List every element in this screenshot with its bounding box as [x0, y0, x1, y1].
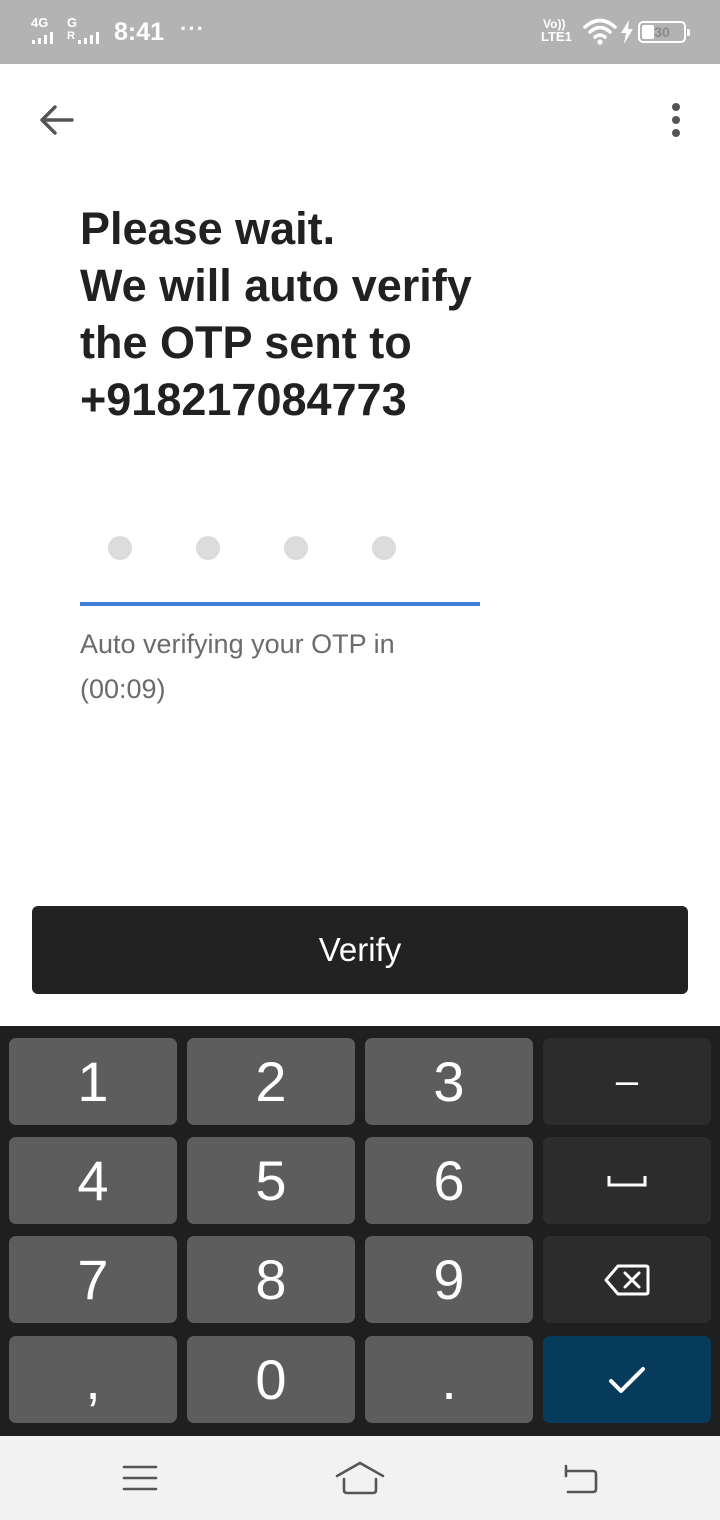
countdown-timer: (00:09) [80, 674, 166, 704]
wifi-icon [583, 18, 617, 45]
system-nav-bar [0, 1436, 720, 1520]
key-0[interactable]: 0 [187, 1336, 355, 1423]
more-vertical-icon [672, 103, 680, 137]
key-4[interactable]: 4 [9, 1137, 177, 1224]
key-3[interactable]: 3 [365, 1038, 533, 1125]
nav-back-button[interactable] [540, 1450, 620, 1506]
signal-bars-icon [32, 32, 56, 44]
otp-digit-placeholder [108, 536, 132, 560]
otp-input[interactable] [80, 520, 480, 608]
key-comma[interactable]: , [9, 1336, 177, 1423]
title-line: Please wait. [80, 203, 336, 254]
nav-back-icon [564, 1464, 598, 1494]
menu-icon [122, 1465, 158, 1491]
otp-digit-placeholder [196, 536, 220, 560]
status-bar: 4G G R 8:41 ··· Vo)) LTE1 30 [0, 0, 720, 64]
title-line: We will auto verify [80, 260, 472, 311]
nav-menu-button[interactable] [100, 1450, 180, 1506]
space-icon [607, 1175, 647, 1186]
network-type-label: G [67, 15, 78, 30]
otp-digit-placeholder [372, 536, 396, 560]
home-icon [335, 1461, 385, 1495]
volte-indicator: Vo)) LTE1 [541, 17, 572, 44]
more-options-button[interactable] [652, 94, 700, 146]
check-icon [609, 1366, 645, 1393]
key-period[interactable]: . [365, 1336, 533, 1423]
mobile-signal-4g: 4G [30, 16, 56, 44]
key-done[interactable] [543, 1336, 711, 1423]
hint-text: Auto verifying your OTP in [80, 629, 395, 659]
page-title: Please wait. We will auto verify the OTP… [80, 200, 640, 428]
key-6[interactable]: 6 [365, 1137, 533, 1224]
backspace-icon [604, 1264, 650, 1295]
roaming-label: R [67, 30, 75, 42]
mobile-signal-g: G R [66, 16, 106, 44]
more-notifications-icon: ··· [180, 16, 205, 41]
network-type-label: 4G [31, 15, 49, 30]
key-2[interactable]: 2 [187, 1038, 355, 1125]
arrow-back-icon [40, 105, 74, 135]
key-space[interactable] [543, 1137, 711, 1224]
battery-icon: 30 [638, 21, 690, 43]
key-9[interactable]: 9 [365, 1236, 533, 1323]
otp-underline [80, 602, 480, 606]
numeric-keyboard: 1 2 3 – 4 5 6 7 8 9 , 0 . [0, 1026, 720, 1436]
charging-icon [621, 20, 633, 44]
verify-button[interactable]: Verify [32, 906, 688, 994]
otp-digit-placeholder [284, 536, 308, 560]
back-button[interactable] [24, 94, 88, 146]
phone-number: +918217084773 [80, 374, 407, 425]
key-backspace[interactable] [543, 1236, 711, 1323]
clock: 8:41 [114, 18, 165, 46]
signal-bars-icon [78, 32, 104, 44]
title-line: the OTP sent to [80, 317, 412, 368]
key-minus[interactable]: – [543, 1038, 711, 1125]
nav-home-button[interactable] [320, 1450, 400, 1506]
key-7[interactable]: 7 [9, 1236, 177, 1323]
key-8[interactable]: 8 [187, 1236, 355, 1323]
battery-level: 30 [654, 24, 670, 40]
key-1[interactable]: 1 [9, 1038, 177, 1125]
auto-verify-hint: Auto verifying your OTP in (00:09) [80, 622, 500, 712]
key-5[interactable]: 5 [187, 1137, 355, 1224]
